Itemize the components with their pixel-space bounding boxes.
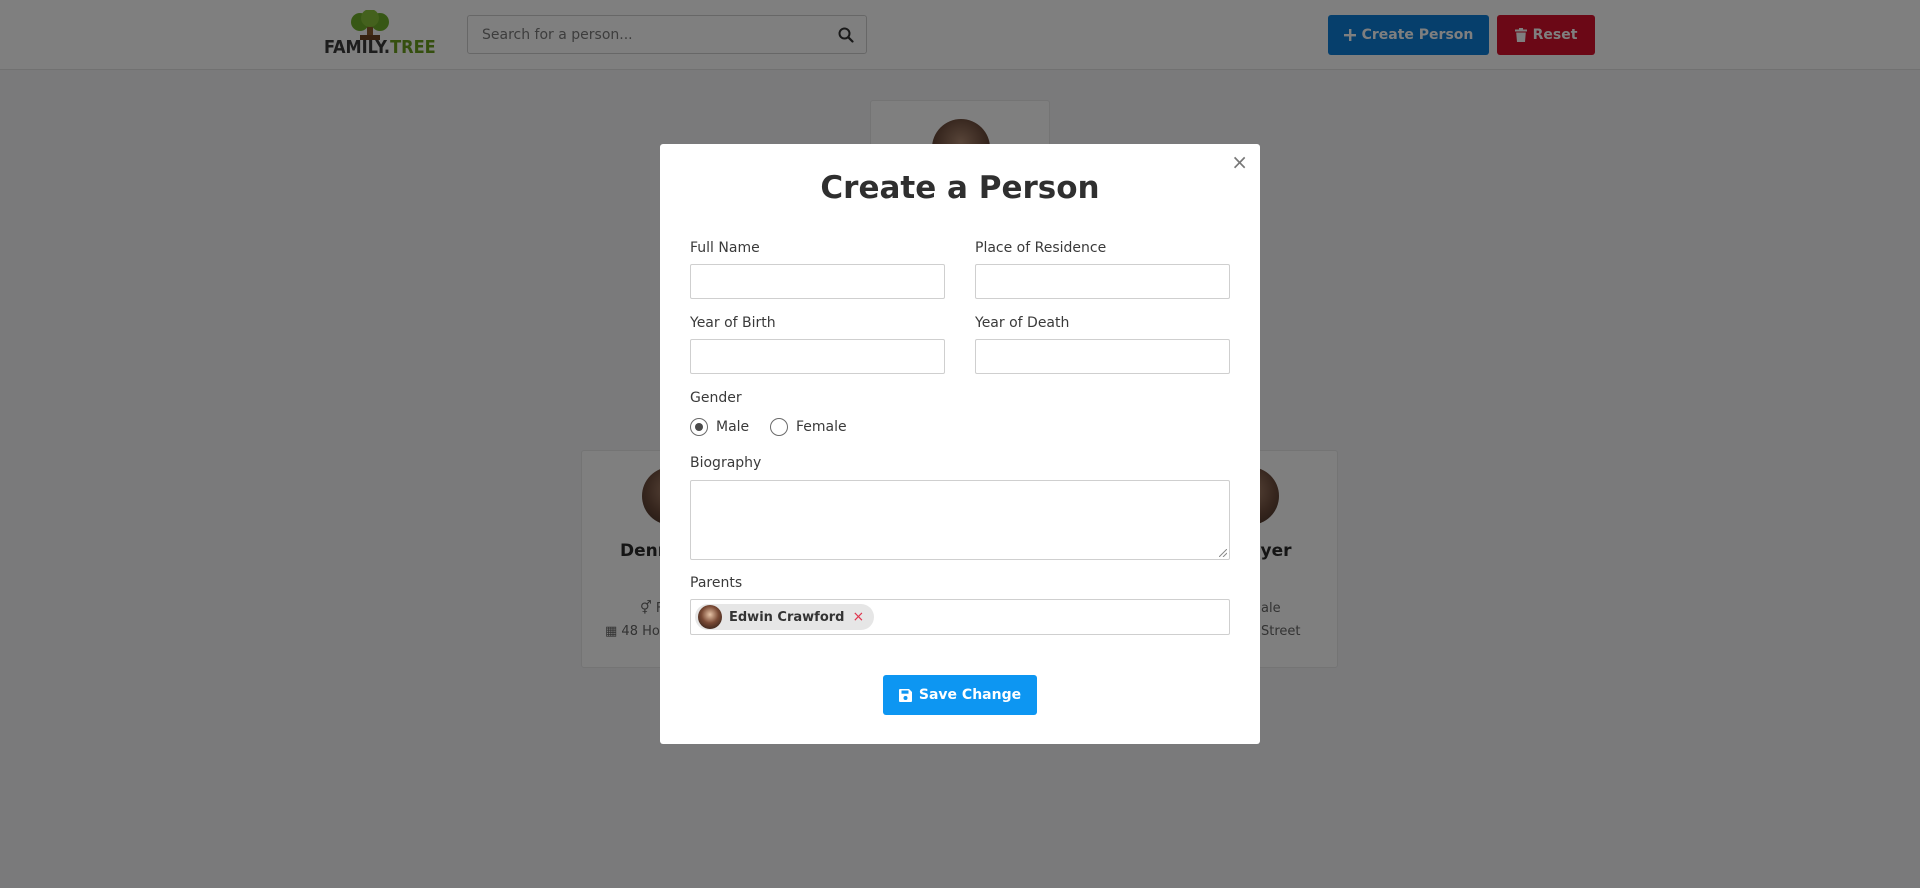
gender-label: Gender — [690, 390, 742, 406]
birth-year-field — [690, 339, 945, 374]
gender-option-label: Female — [796, 419, 847, 435]
residence-label: Place of Residence — [975, 240, 1107, 256]
biography-textarea[interactable] — [690, 480, 1230, 560]
create-person-modal: × Create a Person Full Name Place of Res… — [660, 144, 1260, 744]
resize-handle-icon[interactable] — [1219, 549, 1227, 557]
parents-label: Parents — [690, 575, 743, 591]
full-name-input[interactable] — [691, 265, 944, 298]
birth-year-label: Year of Birth — [690, 315, 776, 331]
parents-multiselect[interactable]: Edwin Crawford × — [690, 599, 1230, 635]
full-name-label: Full Name — [690, 240, 760, 256]
biography-label: Biography — [690, 455, 762, 471]
avatar — [698, 605, 722, 629]
radio-button[interactable] — [770, 418, 788, 436]
full-name-field — [690, 264, 945, 299]
radio-button-checked[interactable] — [690, 418, 708, 436]
close-icon[interactable]: × — [1231, 152, 1248, 172]
save-change-label: Save Change — [918, 687, 1022, 703]
death-year-field — [975, 339, 1230, 374]
death-year-label: Year of Death — [975, 315, 1070, 331]
death-year-input[interactable] — [976, 340, 1229, 373]
parent-chip: Edwin Crawford × — [695, 604, 875, 630]
remove-icon[interactable]: × — [852, 609, 864, 625]
floppy-disk-icon — [898, 688, 912, 702]
residence-field — [975, 264, 1230, 299]
residence-input[interactable] — [976, 265, 1229, 298]
modal-title: Create a Person — [820, 170, 1100, 206]
save-change-button[interactable]: Save Change — [883, 675, 1037, 715]
birth-year-input[interactable] — [691, 340, 944, 373]
parent-name: Edwin Crawford — [729, 609, 845, 625]
gender-option-female[interactable]: Female — [770, 418, 847, 436]
gender-option-male[interactable]: Male — [690, 418, 749, 436]
gender-option-label: Male — [716, 419, 750, 435]
